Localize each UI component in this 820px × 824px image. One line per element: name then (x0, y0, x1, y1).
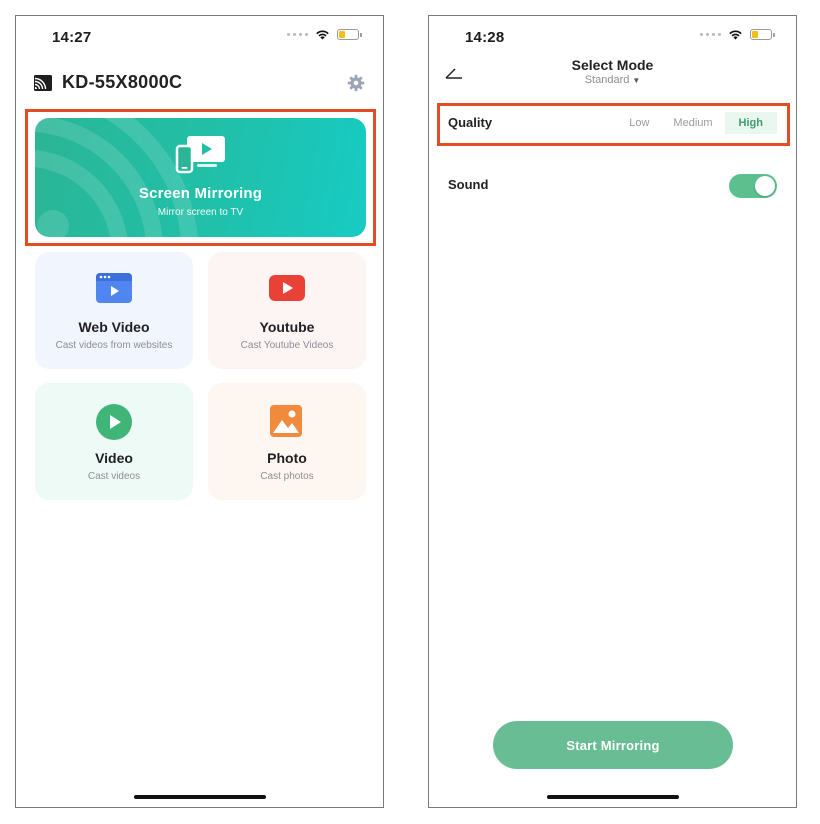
browser-play-icon (96, 273, 132, 303)
feature-subtitle: Cast photos (260, 471, 314, 482)
device-name[interactable]: KD-55X8000C (62, 72, 182, 93)
status-bar: 14:28 (429, 16, 796, 60)
sound-label: Sound (448, 177, 489, 192)
toggle-knob (755, 176, 775, 196)
video-play-icon (96, 404, 132, 440)
feature-title: Youtube (259, 319, 315, 335)
page-title: Select Mode (571, 57, 654, 73)
home-indicator[interactable] (133, 795, 266, 799)
battery-icon (337, 29, 362, 40)
caret-down-icon: ▼ (632, 76, 641, 85)
wifi-icon (316, 30, 329, 40)
status-icons (287, 29, 362, 40)
feature-title: Photo (267, 450, 307, 466)
feature-subtitle: Cast Youtube Videos (240, 340, 334, 351)
device-header: KD-55X8000C (33, 72, 365, 96)
mode-selector[interactable]: Standard ▼ (429, 74, 796, 86)
wifi-icon (729, 30, 742, 40)
feature-subtitle: Cast videos (87, 471, 141, 482)
feature-title: Video (95, 450, 133, 466)
sound-toggle[interactable] (729, 174, 777, 198)
gear-icon[interactable] (347, 74, 365, 92)
highlight-box (25, 109, 376, 246)
photo-icon (270, 405, 302, 437)
battery-icon (750, 29, 775, 40)
status-bar: 14:27 (16, 16, 383, 60)
feature-title: Web Video (78, 319, 150, 335)
highlight-box (437, 103, 790, 146)
status-time: 14:27 (52, 29, 92, 46)
youtube-card[interactable]: Youtube Cast Youtube Videos (208, 252, 366, 369)
signal-icon (287, 33, 308, 36)
cast-icon (34, 75, 52, 91)
sound-row: Sound (448, 174, 777, 198)
status-time: 14:28 (465, 29, 505, 46)
web-video-card[interactable]: Web Video Cast videos from websites (35, 252, 193, 369)
status-icons (700, 29, 775, 40)
start-mirroring-button[interactable]: Start Mirroring (493, 721, 733, 769)
select-mode-screen: 14:28 Select Mode Standard ▼ Quality Low … (428, 15, 797, 808)
home-screen: 14:27 KD-55X8000C Screen Mirroring Mirro… (15, 15, 384, 808)
photo-card[interactable]: Photo Cast photos (208, 383, 366, 500)
youtube-icon (269, 275, 305, 301)
signal-icon (700, 33, 721, 36)
mode-value: Standard (584, 74, 630, 86)
feature-subtitle: Cast videos from websites (55, 340, 173, 351)
home-indicator[interactable] (546, 795, 679, 799)
video-card[interactable]: Video Cast videos (35, 383, 193, 500)
